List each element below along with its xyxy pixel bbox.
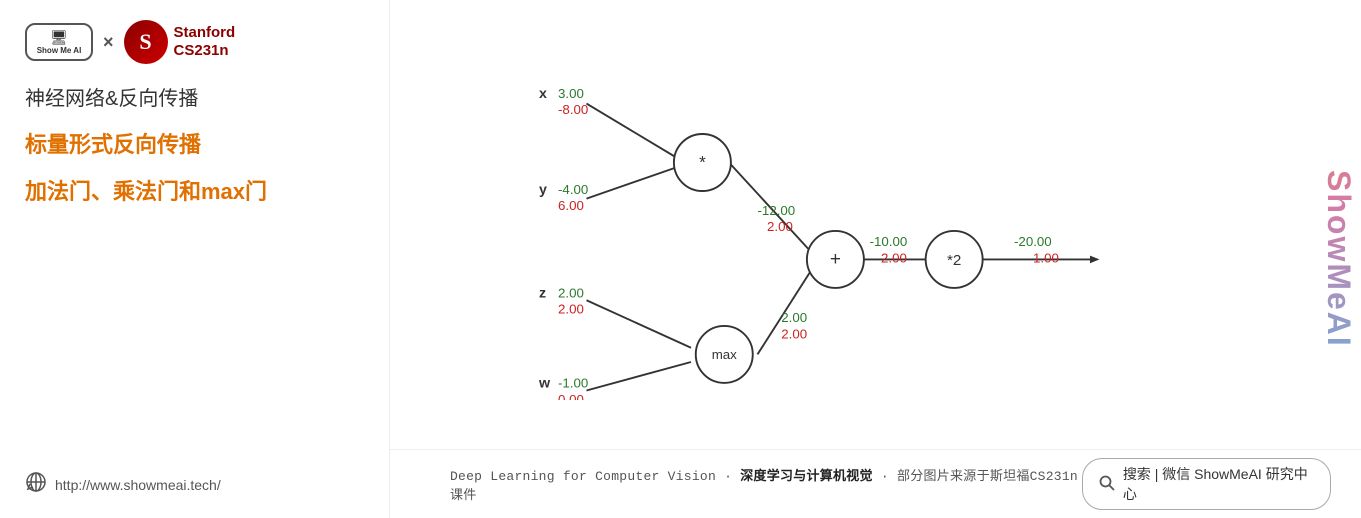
stanford-line2: CS231n bbox=[174, 42, 236, 60]
svg-text:3.00: 3.00 bbox=[558, 86, 584, 101]
svg-text:2.00: 2.00 bbox=[781, 310, 807, 325]
diagram-svg: x 3.00 -8.00 y -4.00 6.00 z 2.00 2.00 w … bbox=[450, 20, 1331, 400]
svg-text:0.00: 0.00 bbox=[558, 392, 584, 400]
title-main: 标量形式反向传播 bbox=[25, 131, 364, 160]
sidebar: 🖥 Show Me AI × S Stanford CS231n 神经网络&反向… bbox=[0, 0, 390, 518]
footer-bar: Deep Learning for Computer Vision · 深度学习… bbox=[390, 449, 1361, 518]
svg-text:2.00: 2.00 bbox=[781, 326, 807, 341]
footer-plain1: Deep Learning for Computer Vision · bbox=[450, 469, 740, 484]
stanford-text: Stanford CS231n bbox=[174, 24, 236, 60]
svg-text:-10.00: -10.00 bbox=[870, 234, 908, 249]
svg-text:+: + bbox=[830, 249, 841, 270]
search-icon bbox=[1099, 475, 1115, 494]
website-icon bbox=[25, 471, 47, 498]
svg-text:z: z bbox=[539, 285, 546, 301]
showmeai-logo-text: Show Me AI bbox=[37, 46, 82, 55]
stanford-s-letter: S bbox=[124, 20, 168, 64]
main-content: x 3.00 -8.00 y -4.00 6.00 z 2.00 2.00 w … bbox=[390, 0, 1361, 518]
svg-text:2.00: 2.00 bbox=[767, 219, 793, 234]
title-sub: 加法门、乘法门和max门 bbox=[25, 174, 364, 206]
stanford-logo: S Stanford CS231n bbox=[124, 20, 236, 64]
svg-text:1.00: 1.00 bbox=[1033, 250, 1059, 265]
svg-text:*: * bbox=[699, 153, 706, 172]
svg-text:-8.00: -8.00 bbox=[558, 102, 588, 117]
website-row: http://www.showmeai.tech/ bbox=[25, 471, 364, 498]
svg-text:-20.00: -20.00 bbox=[1014, 234, 1052, 249]
svg-text:2.00: 2.00 bbox=[558, 302, 584, 317]
x-separator: × bbox=[103, 32, 114, 53]
diagram-area: x 3.00 -8.00 y -4.00 6.00 z 2.00 2.00 w … bbox=[390, 0, 1361, 449]
svg-text:max: max bbox=[712, 347, 737, 362]
svg-text:-12.00: -12.00 bbox=[758, 203, 796, 218]
monitor-icon: 🖥 bbox=[50, 29, 68, 46]
svg-text:*2: *2 bbox=[947, 252, 961, 269]
svg-text:2.00: 2.00 bbox=[881, 250, 907, 265]
search-label: 搜索 | 微信 ShowMeAI 研究中心 bbox=[1123, 464, 1314, 504]
svg-text:-1.00: -1.00 bbox=[558, 376, 588, 391]
showmeai-logo: 🖥 Show Me AI bbox=[25, 23, 93, 61]
logo-row: 🖥 Show Me AI × S Stanford CS231n bbox=[25, 20, 364, 64]
svg-text:x: x bbox=[539, 86, 547, 102]
watermark: ShowMeAI bbox=[1316, 0, 1361, 518]
svg-text:-4.00: -4.00 bbox=[558, 182, 588, 197]
svg-text:2.00: 2.00 bbox=[558, 285, 584, 300]
search-box[interactable]: 搜索 | 微信 ShowMeAI 研究中心 bbox=[1082, 458, 1331, 510]
svg-text:6.00: 6.00 bbox=[558, 198, 584, 213]
footer-text: Deep Learning for Computer Vision · 深度学习… bbox=[450, 465, 1082, 503]
footer-bold: 深度学习与计算机视觉 bbox=[740, 469, 873, 484]
stanford-line1: Stanford bbox=[174, 24, 236, 42]
svg-text:y: y bbox=[539, 182, 547, 198]
svg-text:w: w bbox=[538, 376, 551, 392]
subtitle: 神经网络&反向传播 bbox=[25, 82, 364, 111]
website-url[interactable]: http://www.showmeai.tech/ bbox=[55, 477, 221, 493]
